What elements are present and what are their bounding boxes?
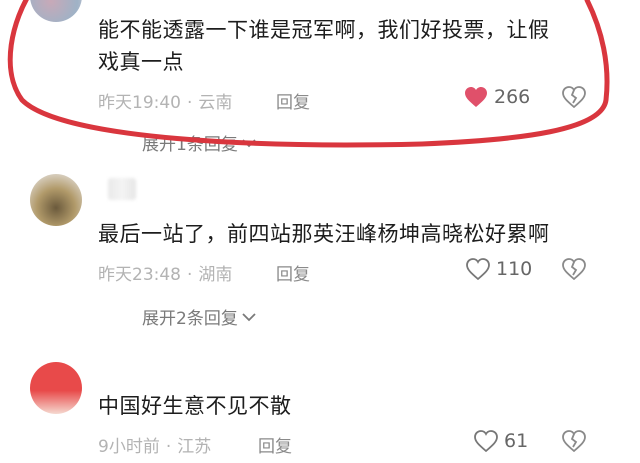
broken-heart-icon [562,86,586,112]
reply-button[interactable]: 回复 [276,260,310,285]
comment-text: 中国好生意不见不散 [98,394,292,418]
heart-outline-icon [466,258,490,280]
comment-1: 能不能透露一下谁是冠军啊，我们好投票，让假 戏真一点 昨天19:40 · 云南 回复… [0,0,640,160]
comment-meta: 昨天19:40 · 云南 [98,93,233,113]
dislike-button[interactable] [562,258,586,284]
like-count: 266 [494,86,531,108]
like-button[interactable]: 110 [466,258,532,280]
expand-replies-button[interactable]: 展开2条回复 [142,304,256,329]
heart-filled-icon [464,86,488,108]
comment-3: 中国好生意不见不散 9小时前 · 江苏 回复 61 [0,356,640,463]
broken-heart-icon [562,258,586,284]
chevron-down-icon [242,133,256,153]
expand-replies-button[interactable]: 展开1条回复 [142,130,256,155]
comment-text: 能不能透露一下谁是冠军啊，我们好投票，让假 戏真一点 [98,18,550,74]
comment-location: 云南 [198,93,233,113]
chevron-down-icon [242,307,256,327]
reply-button[interactable]: 回复 [276,88,310,113]
comment-meta: 昨天23:48 · 湖南 [98,265,233,285]
username [108,178,136,200]
comment-location: 湖南 [198,265,233,285]
avatar[interactable] [30,174,82,226]
comment-text: 最后一站了，前四站那英汪峰杨坤高晓松好累啊 [98,222,550,246]
comment-2: 最后一站了，前四站那英汪峰杨坤高晓松好累啊 昨天23:48 · 湖南 回复 110 … [0,170,640,329]
avatar[interactable] [30,0,82,22]
like-button[interactable]: 61 [474,430,528,452]
heart-outline-icon [474,430,498,452]
like-button[interactable]: 266 [464,86,530,108]
broken-heart-icon [562,430,586,456]
comment-time: 昨天23:48 [98,265,181,285]
like-count: 110 [496,258,533,280]
avatar[interactable] [30,362,82,414]
reply-button[interactable]: 回复 [258,432,292,457]
like-count: 61 [504,430,529,452]
comment-time: 昨天19:40 [98,93,181,113]
dislike-button[interactable] [562,430,586,456]
dislike-button[interactable] [562,86,586,112]
comment-location: 江苏 [177,437,212,457]
comment-meta: 9小时前 · 江苏 [98,437,212,457]
comment-time: 9小时前 [98,437,160,457]
